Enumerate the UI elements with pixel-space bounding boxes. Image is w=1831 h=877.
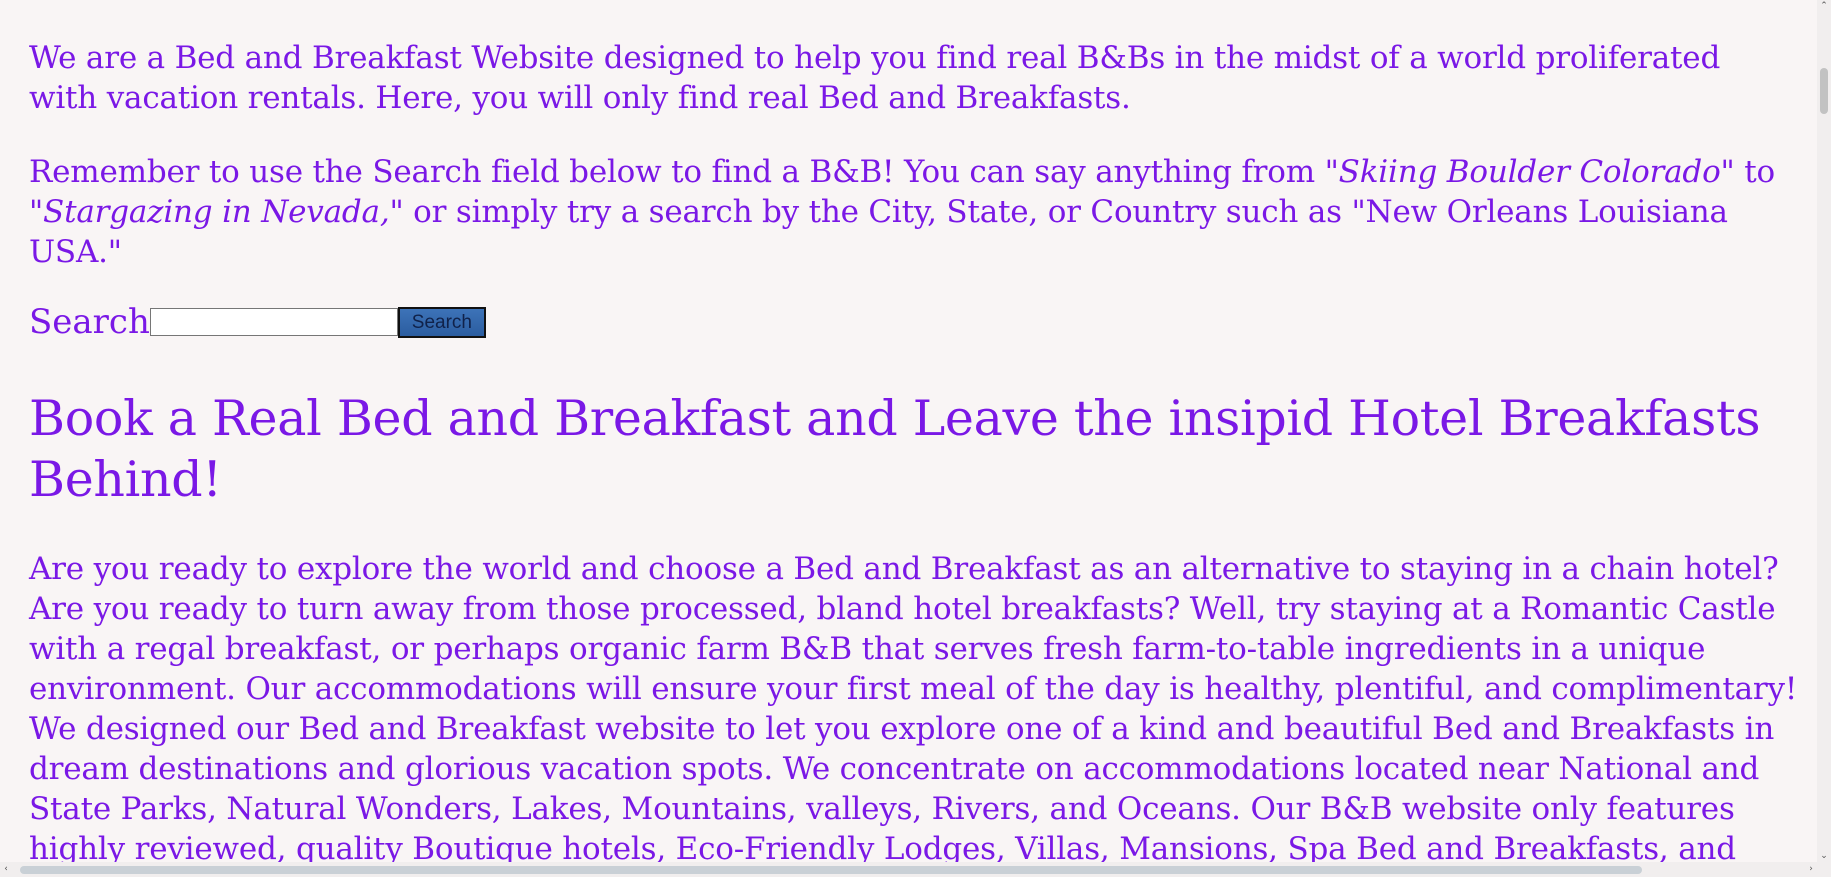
scroll-up-arrow-icon[interactable]: ⌃ (1818, 1, 1830, 11)
search-button[interactable]: Search (397, 306, 486, 338)
vertical-scrollbar[interactable]: ⌃ ⌄ (1817, 0, 1831, 862)
scroll-left-arrow-icon[interactable]: ‹ (1, 864, 11, 875)
search-form: Search Search (29, 302, 486, 342)
scrollbar-corner (1817, 862, 1831, 877)
scroll-right-arrow-icon[interactable]: › (1806, 864, 1816, 875)
search-tip-text-middle: to (1734, 154, 1775, 190)
search-example-stargazing: "Stargazing in Nevada," (29, 194, 404, 230)
horizontal-scrollbar-thumb[interactable] (20, 866, 1642, 874)
search-tip-text-start: Remember to use the Search field below t… (29, 154, 1325, 190)
horizontal-scrollbar[interactable]: ‹ › (0, 862, 1817, 877)
body-paragraph: Are you ready to explore the world and c… (29, 551, 1798, 867)
page-heading: Book a Real Bed and Breakfast and Leave … (29, 390, 1761, 508)
search-input[interactable] (149, 308, 398, 336)
intro-paragraph: We are a Bed and Breakfast Website desig… (29, 40, 1721, 116)
search-example-skiing: "Skiing Boulder Colorado" (1324, 154, 1735, 190)
search-label: Search (29, 302, 150, 342)
scroll-down-arrow-icon[interactable]: ⌄ (1818, 851, 1830, 861)
page: We are a Bed and Breakfast Website desig… (0, 0, 1831, 877)
search-tip-paragraph: Remember to use the Search field below t… (29, 152, 1789, 272)
vertical-scrollbar-thumb[interactable] (1820, 68, 1828, 114)
